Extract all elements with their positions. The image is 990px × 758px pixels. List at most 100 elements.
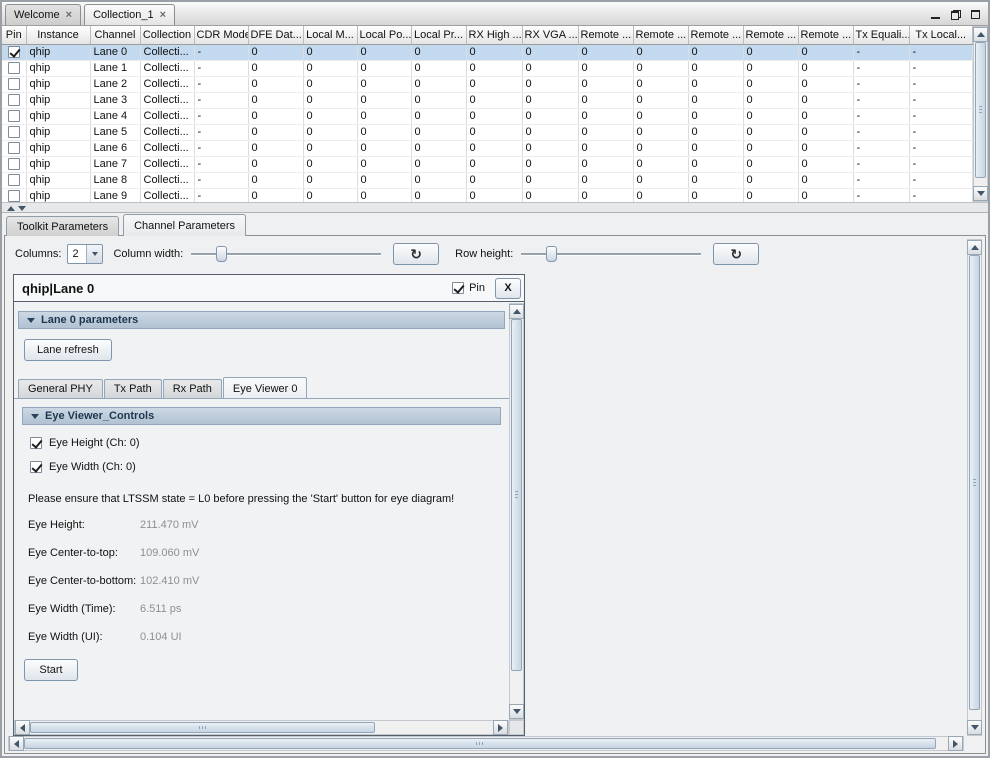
scroll-down-button[interactable]	[967, 720, 982, 735]
table-row[interactable]: qhipLane 3Collecti...-00000000000--	[2, 92, 973, 108]
bottom-vertical-scrollbar[interactable]	[967, 239, 982, 736]
bottom-horizontal-scrollbar[interactable]	[8, 736, 964, 751]
column-header[interactable]: RX High ...	[466, 26, 522, 44]
pin-checkbox[interactable]	[8, 190, 20, 202]
scrollbar-thumb[interactable]	[969, 255, 980, 710]
scroll-left-button[interactable]	[9, 736, 24, 751]
scroll-down-button[interactable]	[509, 704, 524, 719]
tab-welcome[interactable]: Welcome ×	[5, 4, 81, 25]
start-button[interactable]: Start	[24, 659, 78, 681]
close-icon[interactable]: ×	[160, 10, 166, 21]
scroll-right-button[interactable]	[948, 736, 963, 751]
split-pane-divider[interactable]	[2, 202, 988, 213]
eye-checkbox[interactable]	[30, 437, 42, 449]
column-header[interactable]: CDR Mode	[194, 26, 248, 44]
table-row[interactable]: qhipLane 8Collecti...-00000000000--	[2, 172, 973, 188]
tab-rx-path[interactable]: Rx Path	[163, 379, 222, 398]
table-row[interactable]: qhipLane 9Collecti...-00000000000--	[2, 188, 973, 202]
collapse-up-icon[interactable]	[7, 206, 15, 211]
column-header[interactable]: Tx Equali...	[853, 26, 909, 44]
scrollbar-thumb[interactable]	[975, 42, 986, 178]
pin-checkbox[interactable]	[8, 94, 20, 106]
table-vertical-scrollbar[interactable]	[973, 26, 988, 202]
maximize-icon[interactable]	[969, 8, 982, 21]
column-header[interactable]: Remote ...	[743, 26, 798, 44]
refresh-row-height-button[interactable]: ↻	[713, 243, 759, 265]
lane-refresh-button[interactable]: Lane refresh	[24, 339, 112, 361]
pin-checkbox[interactable]	[8, 158, 20, 170]
scrollbar-thumb[interactable]	[24, 738, 936, 749]
scrollbar-thumb[interactable]	[30, 722, 375, 733]
pin-checkbox[interactable]	[8, 110, 20, 122]
table-row[interactable]: qhipLane 2Collecti...-00000000000--	[2, 76, 973, 92]
scroll-right-button[interactable]	[493, 720, 508, 735]
tab-eye-viewer-0[interactable]: Eye Viewer 0	[223, 377, 308, 398]
column-header[interactable]: Tx Local...	[909, 26, 973, 44]
tab-label: Welcome	[14, 9, 60, 21]
table-cell: -	[909, 76, 973, 92]
collapse-down-icon[interactable]	[18, 206, 26, 211]
eye-checkbox[interactable]	[30, 461, 42, 473]
tab-general-phy[interactable]: General PHY	[18, 379, 103, 398]
scroll-up-button[interactable]	[509, 304, 524, 319]
table-row[interactable]: qhipLane 1Collecti...-00000000000--	[2, 60, 973, 76]
panel-vertical-scrollbar[interactable]	[509, 303, 524, 720]
scrollbar-thumb[interactable]	[511, 319, 522, 671]
tab-channel-parameters[interactable]: Channel Parameters	[123, 214, 246, 236]
panel-horizontal-scrollbar[interactable]	[14, 720, 509, 735]
pin-checkbox[interactable]	[8, 142, 20, 154]
column-header[interactable]: Local Pr...	[411, 26, 466, 44]
column-width-slider[interactable]	[191, 244, 381, 264]
column-header[interactable]: Remote ...	[798, 26, 853, 44]
column-header[interactable]: Remote ...	[688, 26, 743, 44]
pin-checkbox[interactable]	[452, 282, 464, 294]
tab-tx-path[interactable]: Tx Path	[104, 379, 162, 398]
section-lane0-parameters[interactable]: Lane 0 parameters	[18, 311, 505, 329]
columns-select[interactable]: 2	[67, 244, 103, 264]
pin-toggle[interactable]: Pin	[452, 282, 485, 294]
pin-checkbox[interactable]	[8, 62, 20, 74]
scroll-left-button[interactable]	[15, 720, 30, 735]
column-header[interactable]: Collection	[140, 26, 194, 44]
table-cell: 0	[578, 140, 633, 156]
table-cell: 0	[522, 60, 578, 76]
pin-checkbox[interactable]	[8, 174, 20, 186]
table-cell: -	[194, 140, 248, 156]
table-cell: 0	[411, 172, 466, 188]
table-row[interactable]: qhipLane 4Collecti...-00000000000--	[2, 108, 973, 124]
table-cell: 0	[411, 156, 466, 172]
table-row[interactable]: qhipLane 0Collecti...-00000000000--	[2, 44, 973, 60]
scroll-down-button[interactable]	[973, 186, 988, 201]
row-height-slider[interactable]	[521, 244, 701, 264]
minimize-icon[interactable]	[929, 8, 942, 21]
column-header[interactable]: DFE Dat...	[248, 26, 303, 44]
eye-checkbox-label: Eye Width (Ch: 0)	[49, 461, 136, 473]
column-header[interactable]: Local Po...	[357, 26, 411, 44]
restore-icon[interactable]	[949, 8, 962, 21]
table-cell: 0	[578, 172, 633, 188]
scroll-up-button[interactable]	[973, 27, 988, 42]
pin-checkbox[interactable]	[8, 78, 20, 90]
column-header[interactable]: RX VGA ...	[522, 26, 578, 44]
column-width-slider-thumb[interactable]	[216, 246, 227, 262]
scroll-up-button[interactable]	[967, 240, 982, 255]
row-height-slider-thumb[interactable]	[546, 246, 557, 262]
column-header[interactable]: Remote ...	[633, 26, 688, 44]
pin-checkbox[interactable]	[8, 126, 20, 138]
table-row[interactable]: qhipLane 5Collecti...-00000000000--	[2, 124, 973, 140]
tab-collection-1[interactable]: Collection_1 ×	[84, 4, 175, 25]
section-eye-viewer-controls[interactable]: Eye Viewer_Controls	[22, 407, 501, 425]
column-header[interactable]: Instance	[26, 26, 90, 44]
close-panel-button[interactable]: X	[495, 278, 521, 299]
column-header[interactable]: Channel	[90, 26, 140, 44]
pin-checkbox[interactable]	[8, 46, 20, 58]
table-row[interactable]: qhipLane 7Collecti...-00000000000--	[2, 156, 973, 172]
table-row[interactable]: qhipLane 6Collecti...-00000000000--	[2, 140, 973, 156]
chevron-down-icon[interactable]	[86, 245, 102, 263]
close-icon[interactable]: ×	[66, 10, 72, 21]
tab-toolkit-parameters[interactable]: Toolkit Parameters	[6, 216, 119, 236]
column-header[interactable]: Pin	[2, 26, 26, 44]
column-header[interactable]: Remote ...	[578, 26, 633, 44]
refresh-column-width-button[interactable]: ↻	[393, 243, 439, 265]
column-header[interactable]: Local M...	[303, 26, 357, 44]
